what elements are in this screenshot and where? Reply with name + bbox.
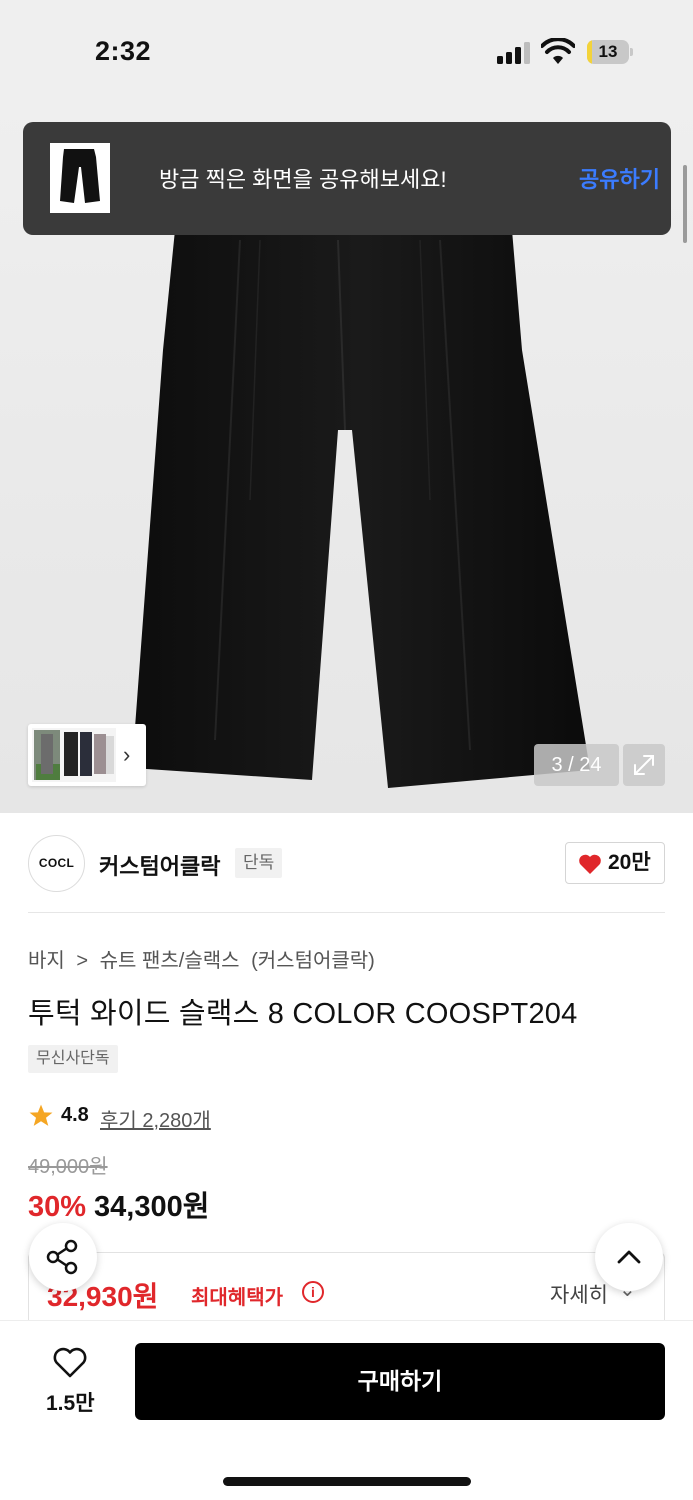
home-indicator[interactable] <box>223 1477 471 1486</box>
exclusive-tag: 무신사단독 <box>28 1045 118 1073</box>
share-action-button[interactable]: 공유하기 <box>579 162 660 194</box>
chevron-up-icon <box>617 1250 641 1264</box>
image-page-counter: 3 / 24 <box>534 744 619 786</box>
expand-icon <box>634 755 654 775</box>
scroll-top-button[interactable] <box>595 1223 663 1291</box>
screenshot-thumbnail[interactable] <box>50 143 110 213</box>
battery-icon: 13 <box>587 40 633 64</box>
product-title: 투턱 와이드 슬랙스 8 COLOR COOSPT204 <box>28 998 578 1030</box>
brand-like-button[interactable]: 20만 <box>565 842 665 884</box>
max-benefit-label: 최대혜택가 <box>191 1287 283 1309</box>
review-count-link[interactable]: 후기 2,280개 <box>100 1104 211 1133</box>
expand-button[interactable] <box>623 744 665 786</box>
image-scrollbar[interactable] <box>683 165 687 243</box>
discount-rate: 30% <box>28 1191 87 1223</box>
status-bar: 2:32 13 <box>0 0 693 100</box>
breadcrumb-separator: > <box>76 950 89 972</box>
battery-level: 13 <box>598 42 618 61</box>
brand-like-count: 20만 <box>608 851 651 874</box>
rating-value: 4.8 <box>61 1104 89 1126</box>
breadcrumb-item[interactable]: 바지 <box>28 950 65 972</box>
bottom-action-bar: 1.5만 구매하기 <box>0 1320 693 1500</box>
breadcrumb-item[interactable]: (커스텀어클락) <box>251 950 375 972</box>
divider <box>28 912 665 913</box>
heart-outline-icon[interactable] <box>52 1347 88 1379</box>
share-icon <box>46 1239 78 1275</box>
breadcrumb: 바지 > 슈트 팬츠/슬랙스 (커스텀어클락) <box>28 944 381 973</box>
chevron-right-icon[interactable]: › <box>123 742 130 768</box>
buy-button[interactable]: 구매하기 <box>135 1343 665 1420</box>
breadcrumb-item[interactable]: 슈트 팬츠/슬랙스 <box>100 950 240 972</box>
thumbnail-strip[interactable]: › <box>28 724 146 786</box>
sale-price: 34,300원 <box>94 1191 210 1223</box>
status-time: 2:32 <box>95 36 152 66</box>
thumbnail-images <box>32 728 116 782</box>
original-price: 49,000원 <box>28 1156 108 1178</box>
brand-name[interactable]: 커스텀어클락 <box>99 849 220 881</box>
heart-filled-icon <box>579 854 601 874</box>
share-button[interactable] <box>29 1223 97 1291</box>
info-icon[interactable]: i <box>302 1281 324 1303</box>
screenshot-share-toast: 방금 찍은 화면을 공유해보세요! 공유하기 <box>23 122 671 235</box>
toast-message: 방금 찍은 화면을 공유해보세요! <box>159 167 447 192</box>
cellular-signal-icon <box>497 42 531 64</box>
wifi-icon <box>541 38 575 64</box>
star-icon <box>29 1104 53 1126</box>
brand-exclusive-badge: 단독 <box>235 848 283 878</box>
wish-count: 1.5만 <box>46 1392 95 1415</box>
brand-logo[interactable]: COCL <box>28 835 85 892</box>
sale-price-row: 30% 34,300원 <box>28 1183 209 1225</box>
